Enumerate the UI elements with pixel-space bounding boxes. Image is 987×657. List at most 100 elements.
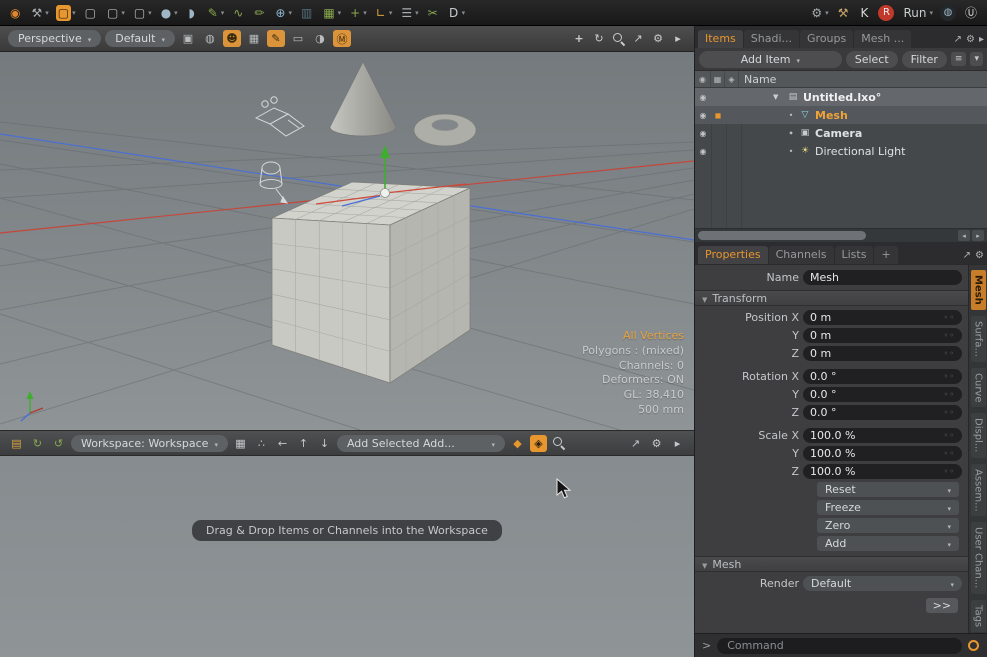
form-side-tab[interactable]: User Chan...	[971, 522, 986, 593]
viewport-3d[interactable]: All Vertices Polygons : (mixed)Channels:…	[0, 52, 694, 430]
paint-icon[interactable]: ✎	[267, 30, 285, 47]
name-field[interactable]: Mesh	[803, 270, 962, 285]
dots-icon[interactable]: ∴	[253, 435, 270, 452]
panel-tab[interactable]: Groups	[800, 30, 853, 48]
panel-tab[interactable]: Lists	[835, 246, 874, 264]
stepper-icon[interactable]: ◦◦	[944, 349, 955, 358]
render-dropdown[interactable]: Default	[803, 576, 962, 591]
add-item-dropdown[interactable]: Add Item	[699, 51, 842, 68]
value-field[interactable]: 100.0 % ◦◦	[803, 464, 962, 479]
grid-icon[interactable]: ▦	[245, 30, 263, 47]
globe-tool[interactable]: ⊕ ▾	[271, 4, 294, 22]
capsule-primitive[interactable]: ◗ ▾	[183, 4, 201, 22]
shadow-icon[interactable]: ◑	[311, 30, 329, 47]
name-column-header[interactable]: Name	[739, 73, 776, 86]
shading-mode-dropdown[interactable]: Default	[105, 30, 175, 47]
visibility-eye-icon[interactable]: ◉	[695, 111, 711, 120]
add-plus-tool[interactable]: + ▾	[346, 4, 369, 22]
head-camera-icon[interactable]: ☻	[223, 30, 241, 47]
back-icon[interactable]: ←	[274, 435, 291, 452]
panel-tab[interactable]: Items	[698, 30, 743, 48]
grid-layout-icon[interactable]: ▦	[232, 435, 249, 452]
unreal-icon[interactable]: Ⓤ ▾	[961, 4, 981, 22]
maximize-icon[interactable]: ↗	[954, 34, 962, 45]
action-center-tool[interactable]: ⚒ ▾	[27, 4, 50, 22]
hammer-icon[interactable]: ⚒ ▾	[834, 4, 853, 22]
preset-browser-icon[interactable]: ▤	[8, 435, 25, 452]
item-list[interactable]: ◉ ▼ ▤ Untitled.lxo° ◉ ◼ • ▽ Mesh ◉	[695, 88, 987, 228]
world-axis-icon[interactable]: ◍	[201, 30, 219, 47]
r-badge[interactable]: R ▾	[876, 4, 896, 22]
stepper-icon[interactable]: ◦◦	[944, 431, 955, 440]
setup-column-icon[interactable]: ▦	[711, 71, 725, 87]
pen-tool[interactable]: ✎ ▾	[204, 4, 227, 22]
sphere-primitive[interactable]: ● ▾	[157, 4, 180, 22]
gear-icon[interactable]: ⚙	[650, 31, 666, 47]
cube-primitive-active[interactable]: ▢ ▾	[54, 4, 78, 22]
panel-tab[interactable]: Shadi...	[744, 30, 799, 48]
transform-action-button[interactable]: Add	[817, 536, 959, 551]
down-icon[interactable]: ↓	[316, 435, 333, 452]
more-icon[interactable]: ▸	[670, 31, 686, 47]
visibility-eye-icon[interactable]: ◉	[695, 147, 711, 156]
panel-tab[interactable]: Properties	[698, 246, 768, 264]
refresh-icon[interactable]: ↻	[29, 435, 46, 452]
nuke-icon[interactable]: ◍ ▾	[938, 4, 958, 22]
visibility-eye-icon[interactable]: ◉	[695, 129, 711, 138]
filter-button[interactable]: Filter	[902, 51, 947, 68]
stepper-icon[interactable]: ◦◦	[944, 372, 955, 381]
panel-tab[interactable]: +	[874, 246, 897, 264]
palette-icon[interactable]: ◆	[509, 435, 526, 452]
modo-logo[interactable]: ◉ ▾	[6, 4, 24, 22]
pan-icon[interactable]: +	[571, 31, 587, 47]
stepper-icon[interactable]: ◦◦	[944, 467, 955, 476]
gear-icon[interactable]: ⚙	[966, 34, 975, 45]
corner-tool[interactable]: ∟ ▾	[372, 4, 395, 22]
form-side-tab[interactable]: Displ...	[971, 413, 986, 457]
curve-tool[interactable]: ∿ ▾	[229, 4, 247, 22]
workspace-drop-area[interactable]: Drag & Drop Items or Channels into the W…	[0, 456, 694, 657]
transform-action-button[interactable]: Reset	[817, 482, 959, 497]
item-label[interactable]: Untitled.lxo°	[803, 91, 881, 104]
render-column-icon[interactable]: ◈	[725, 71, 739, 87]
run-menu[interactable]: Run ▾	[899, 4, 935, 22]
value-field[interactable]: 100.0 % ◦◦	[803, 446, 962, 461]
slice-tool[interactable]: ✂ ▾	[424, 4, 442, 22]
stepper-icon[interactable]: ◦◦	[944, 449, 955, 458]
loop-icon[interactable]: ↺	[50, 435, 67, 452]
value-field[interactable]: 100.0 % ◦◦	[803, 428, 962, 443]
list-tool[interactable]: ☰ ▾	[397, 4, 420, 22]
transform-section-header[interactable]: Transform	[695, 290, 968, 306]
transform-action-button[interactable]: Zero	[817, 518, 959, 533]
viewport-layout-icon[interactable]: ▣	[179, 30, 197, 47]
scroll-left-icon[interactable]: ◂	[958, 230, 970, 241]
columns-tool[interactable]: ▦ ▾	[319, 4, 343, 22]
item-row-mesh[interactable]: ◉ ◼ • ▽ Mesh	[695, 106, 987, 124]
maximize-icon[interactable]: ↗	[630, 31, 646, 47]
form-side-tab[interactable]: Tags	[971, 600, 986, 632]
orbit-icon[interactable]: ↻	[591, 31, 607, 47]
maximize-icon[interactable]: ↗	[963, 250, 971, 261]
stepper-icon[interactable]: ◦◦	[944, 313, 955, 322]
gear-icon[interactable]: ⚙	[975, 250, 984, 261]
scrollbar-thumb[interactable]	[698, 231, 866, 240]
form-side-tab[interactable]: Mesh	[971, 270, 986, 310]
uv-grid-tool[interactable]: ▥ ▾	[297, 4, 316, 22]
item-row-directional-light[interactable]: ◉ • ☀ Directional Light	[695, 142, 987, 160]
more-icon[interactable]: ▸	[979, 34, 984, 45]
item-list-hscrollbar[interactable]: ◂ ▸	[695, 228, 987, 242]
cube-primitive-3[interactable]: ▢ ▾	[130, 4, 154, 22]
active-tool-icon[interactable]: ◈	[530, 435, 547, 452]
screen-icon[interactable]: ▭	[289, 30, 307, 47]
value-field[interactable]: 0 m ◦◦	[803, 328, 962, 343]
stepper-icon[interactable]: ◦◦	[944, 408, 955, 417]
gear-settings[interactable]: ⚙ ▾	[807, 4, 830, 22]
panel-tab[interactable]: Mesh ...	[854, 30, 911, 48]
item-row-scene[interactable]: ◉ ▼ ▤ Untitled.lxo°	[695, 88, 987, 106]
value-field[interactable]: 0 m ◦◦	[803, 310, 962, 325]
view-type-dropdown[interactable]: Perspective	[8, 30, 101, 47]
command-history-icon[interactable]	[968, 640, 979, 651]
form-side-tab[interactable]: Surfa...	[971, 316, 986, 362]
select-button[interactable]: Select	[846, 51, 898, 68]
command-input[interactable]: Command	[717, 638, 962, 654]
